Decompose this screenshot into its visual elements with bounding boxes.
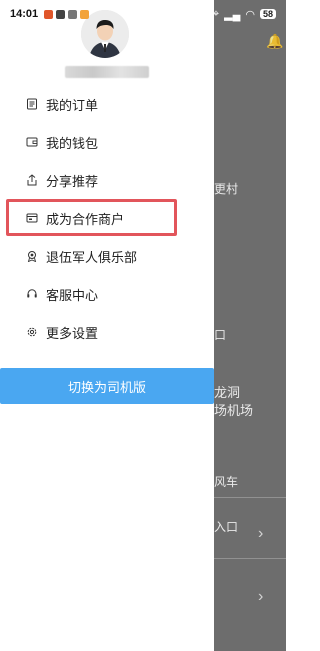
gear-icon <box>25 326 38 339</box>
menu-item-share[interactable]: 分享推荐 <box>0 161 214 199</box>
chevron-right-icon: › <box>258 525 264 542</box>
menu-item-veterans-club[interactable]: 退伍军人俱乐部 <box>0 237 214 275</box>
menu-item-more-settings[interactable]: 更多设置 <box>0 313 214 351</box>
app-notification-icon <box>68 9 78 19</box>
map-label: 口 <box>214 328 227 342</box>
headset-icon <box>25 288 38 301</box>
status-right: ⌖ ▂▄ ◠ 58 <box>213 8 276 21</box>
switch-to-driver-button[interactable]: 切换为司机版 <box>0 368 214 404</box>
menu-item-label: 我的钱包 <box>46 135 99 151</box>
order-list-icon <box>25 98 38 111</box>
merchant-card-icon <box>25 212 38 225</box>
menu-item-label: 退伍军人俱乐部 <box>46 249 138 265</box>
chevron-right-icon: › <box>258 588 264 605</box>
location-icon: ⌖ <box>212 7 220 20</box>
menu-item-orders[interactable]: 我的订单 <box>0 85 214 123</box>
wifi-icon: ◠ <box>245 8 255 21</box>
status-time: 14:01 <box>10 8 39 20</box>
app-notification-icon <box>56 9 66 19</box>
menu-item-label: 成为合作商户 <box>46 211 125 227</box>
menu-item-wallet[interactable]: 我的钱包 <box>0 123 214 161</box>
badge-icon <box>25 250 38 263</box>
menu-item-label: 分享推荐 <box>46 173 99 189</box>
menu-item-label: 更多设置 <box>46 325 99 341</box>
menu-item-customer-service[interactable]: 客服中心 <box>0 275 214 313</box>
map-label: 更村 <box>214 182 239 196</box>
username-redacted <box>65 66 149 78</box>
app-notification-icon <box>80 9 90 19</box>
map-label: 风车 <box>214 475 239 489</box>
menu-item-label: 我的订单 <box>46 97 99 113</box>
bell-icon[interactable]: 🔔 <box>266 34 283 50</box>
battery-indicator: 58 <box>259 9 276 19</box>
map-label: 场机场 <box>214 404 254 419</box>
share-icon <box>25 174 38 187</box>
divider <box>214 497 286 498</box>
notification-icons <box>44 9 90 19</box>
map-label: 入口 <box>214 520 239 534</box>
menu-item-label: 客服中心 <box>46 287 99 303</box>
side-drawer: 我的订单 我的钱包 分享推荐 成为合作商户 退伍军人俱乐部 客服中心 更多设置 … <box>0 0 214 651</box>
wallet-icon <box>25 136 38 149</box>
signal-icon: ▂▄ <box>224 8 241 21</box>
divider <box>214 558 286 559</box>
app-notification-icon <box>44 9 54 19</box>
status-bar: 14:01 ⌖ ▂▄ ◠ 58 <box>0 0 286 28</box>
map-label: 龙洞 <box>214 386 241 401</box>
menu-item-become-merchant[interactable]: 成为合作商户 <box>0 199 214 237</box>
